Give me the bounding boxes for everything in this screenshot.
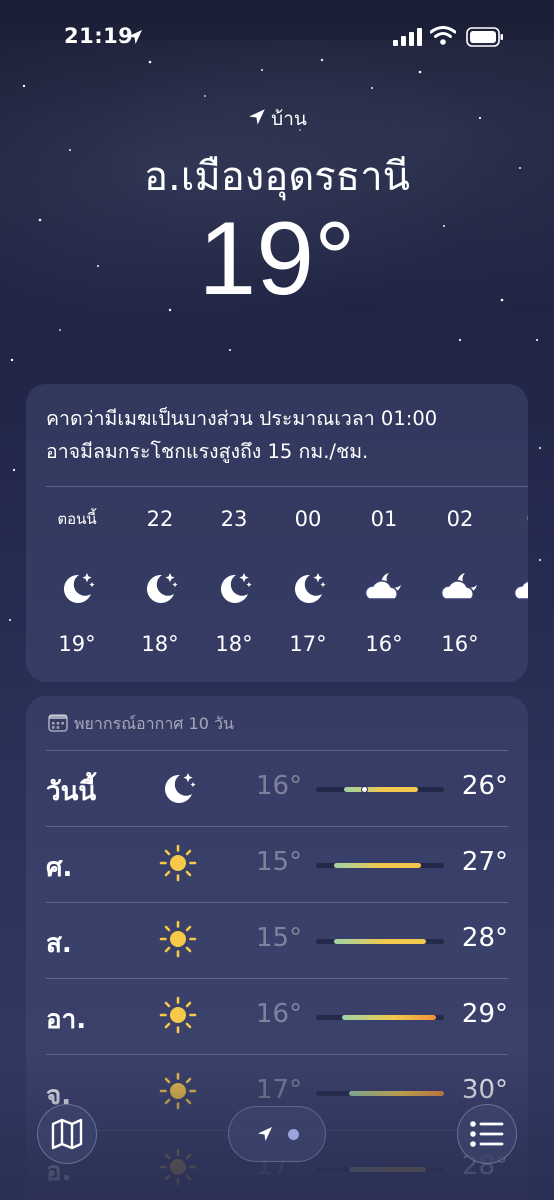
- temp-range-bar: [316, 786, 444, 793]
- hour-label: 22: [146, 507, 174, 531]
- day-low-temp: 15°: [256, 923, 303, 953]
- temp-range-bar: [316, 939, 444, 944]
- hour-item: 23 18°: [197, 504, 271, 656]
- moon-stars-icon: [197, 552, 271, 622]
- hour-item: 00 17°: [271, 504, 345, 656]
- location-arrow-icon: [128, 30, 142, 44]
- sun-icon: [159, 1072, 197, 1110]
- hour-item: 01 16°: [347, 504, 421, 656]
- cloud-moon-icon: [347, 552, 421, 622]
- divider: [46, 486, 528, 487]
- hour-label: 01: [370, 507, 398, 531]
- hour-temp: 18°: [215, 632, 253, 656]
- hour-temp: 16°: [441, 632, 479, 656]
- map-icon: [51, 1118, 83, 1150]
- map-button[interactable]: [37, 1104, 97, 1164]
- moon-stars-icon: [40, 552, 114, 622]
- day-name: ส.: [46, 929, 72, 959]
- temp-range-fill: [344, 787, 419, 792]
- day-high-temp: 29°: [461, 999, 508, 1029]
- location-arrow-icon: [257, 1127, 272, 1141]
- day-low-temp: 17°: [256, 1075, 303, 1105]
- hour-item: 22 18°: [123, 504, 197, 656]
- cloud-moon-icon: [423, 552, 497, 622]
- hour-label: 00: [294, 507, 322, 531]
- moon-stars-icon: [271, 552, 345, 622]
- hour-label: 23: [220, 507, 248, 531]
- temp-range-fill: [333, 863, 421, 868]
- temp-range-fill: [333, 939, 427, 944]
- day-row[interactable]: ศ. 15° 27°: [46, 826, 508, 902]
- daily-forecast-title: พยากรณ์อากาศ 10 วัน: [74, 714, 234, 733]
- hour-label: 0: [496, 504, 528, 534]
- hour-temp: 19°: [58, 632, 96, 656]
- summary-line-2: อาจมีลมกระโชกแรงสูงถึง 15 กม./ชม.: [46, 440, 369, 463]
- hour-item: 0 1: [496, 504, 528, 656]
- cloud-moon-icon: [496, 552, 528, 622]
- temp-range-bar: [316, 1015, 444, 1020]
- hour-temp: 17°: [289, 632, 327, 656]
- home-label-text: บ้าน: [271, 108, 307, 130]
- day-low-temp: 15°: [256, 847, 303, 877]
- day-row[interactable]: วันนี้ 16° 26°: [46, 750, 508, 826]
- hourly-summary: คาดว่ามีเมฆเป็นบางส่วน ประมาณเวลา 01:00 …: [46, 402, 437, 468]
- hour-label: 02: [446, 507, 474, 531]
- page-dot: [287, 1128, 299, 1140]
- hour-item: 02 16°: [423, 504, 497, 656]
- day-row[interactable]: ส. 15° 28°: [46, 902, 508, 978]
- moon-stars-icon: [164, 773, 196, 803]
- battery-icon: [466, 27, 503, 47]
- temp-range-fill: [349, 1091, 444, 1096]
- location-arrow-icon: [249, 109, 265, 125]
- temp-range-bar: [316, 1091, 444, 1096]
- page-indicator[interactable]: [228, 1106, 326, 1162]
- calendar-icon: [48, 714, 68, 732]
- day-low-temp: 16°: [256, 771, 303, 801]
- temp-range-fill: [349, 1167, 427, 1172]
- temp-range-bar: [316, 1167, 444, 1172]
- sun-icon: [159, 996, 197, 1034]
- day-high-temp: 26°: [461, 771, 508, 801]
- sun-icon: [159, 844, 197, 882]
- home-location-label: บ้าน: [0, 104, 554, 134]
- day-name: อา.: [46, 1005, 87, 1035]
- sun-icon: [159, 1148, 197, 1186]
- daily-forecast-header: พยากรณ์อากาศ 10 วัน: [48, 712, 234, 737]
- day-name: วันนี้: [46, 777, 97, 807]
- day-high-temp: 27°: [461, 847, 508, 877]
- day-low-temp: 16°: [256, 999, 303, 1029]
- sun-icon: [159, 920, 197, 958]
- hour-temp: 18°: [141, 632, 179, 656]
- city-name: อ.เมืองอุดรธานี: [143, 154, 411, 200]
- summary-line-1: คาดว่ามีเมฆเป็นบางส่วน ประมาณเวลา 01:00: [46, 407, 438, 430]
- list-icon: [470, 1121, 504, 1147]
- day-high-temp: 28°: [461, 923, 508, 953]
- day-high-temp: 30°: [461, 1075, 508, 1105]
- temp-range-bar: [316, 863, 444, 868]
- status-time: 21:19: [64, 24, 134, 48]
- status-bar: 21:19: [0, 0, 554, 76]
- wifi-icon: [430, 26, 456, 45]
- cellular-signal-icon: [393, 28, 422, 46]
- hour-label: ตอนนี้: [57, 510, 97, 528]
- city-list-button[interactable]: [457, 1104, 517, 1164]
- temp-range-fill: [341, 1015, 437, 1020]
- day-row[interactable]: อา. 16° 29°: [46, 978, 508, 1054]
- hour-item: ตอนนี้ 19°: [40, 504, 114, 656]
- hour-temp: 16°: [365, 632, 403, 656]
- hourly-forecast-card[interactable]: คาดว่ามีเมฆเป็นบางส่วน ประมาณเวลา 01:00 …: [26, 384, 528, 682]
- moon-stars-icon: [123, 552, 197, 622]
- current-temperature: 19°: [198, 201, 356, 317]
- day-name: ศ.: [46, 853, 73, 883]
- hour-temp: 1: [496, 632, 528, 656]
